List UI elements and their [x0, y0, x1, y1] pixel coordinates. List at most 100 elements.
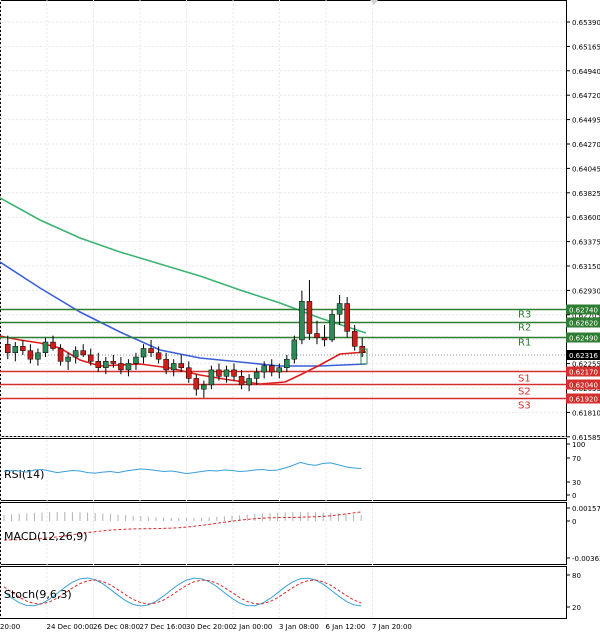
stoch-panel[interactable] [0, 566, 567, 619]
candle-body [306, 301, 313, 334]
candle-body [201, 384, 207, 390]
time-tick-label: 6 Jan 12:00 [326, 623, 366, 631]
stoch-axis: 80 20 [566, 572, 581, 612]
rsi-axis: 100 70 30 0 [566, 441, 585, 500]
candle-body [223, 369, 230, 377]
candle-body [50, 341, 56, 349]
candle-body [87, 354, 94, 362]
indicator-tick-label: 0.00157 [572, 505, 600, 513]
candle-body [268, 365, 275, 373]
candle-body [95, 361, 102, 369]
candle-body [118, 363, 124, 371]
candle-body [351, 331, 358, 347]
level-name-r2: R2 [518, 323, 531, 334]
candle-body [329, 313, 335, 341]
candle-body [193, 378, 200, 390]
time-axis: 20:00 24 Dec 00:00 26 Dec 08:00 27 Dec 16:0… [0, 623, 412, 631]
indicator-tick-label: 0 [572, 518, 576, 526]
candle-body [125, 363, 132, 371]
candle-body [103, 361, 109, 369]
candle-body [299, 301, 305, 341]
candle-body [20, 346, 26, 351]
macd-label: MACD(12,26,9) [4, 530, 88, 543]
price-tick-label: 0.64940 [572, 68, 600, 76]
indicator-tick-label: 0 [572, 492, 576, 500]
time-tick-label: 24 Dec 00:00 [47, 623, 94, 631]
level-price-value: 0.62040 [569, 382, 598, 390]
current-price-value: 0.62316 [569, 352, 598, 360]
price-tick-label: 0.63375 [572, 239, 600, 247]
candle-body [133, 356, 139, 364]
candle-body [163, 358, 169, 371]
time-tick-label: 26 Dec 08:00 [93, 623, 140, 631]
macd-axis: 0.00157 0 -0.00363 [566, 505, 600, 563]
level-price-value: 0.62170 [569, 369, 598, 377]
level-name-r3: R3 [518, 310, 531, 321]
time-tick-label: 7 Jan 20:00 [372, 623, 412, 631]
candle-body [261, 365, 267, 373]
level-name-s1: S1 [518, 374, 531, 385]
indicator-tick-label: 30 [572, 479, 581, 487]
candle-body [216, 369, 222, 377]
level-price-value: 0.62620 [569, 320, 598, 328]
candle-body [110, 361, 117, 364]
candle-body [314, 333, 320, 339]
level-name-s2: S2 [518, 387, 531, 398]
candle-body [80, 350, 86, 356]
price-tick-label: 0.64720 [572, 92, 600, 100]
price-tick-label: 0.63825 [572, 190, 600, 198]
candle-body [65, 356, 71, 362]
candle-body [291, 339, 298, 360]
level-name-s3: S3 [518, 401, 531, 412]
price-tick-label: 0.64045 [572, 165, 600, 173]
candle-body [359, 346, 365, 354]
candle-body [276, 367, 283, 373]
indicator-tick-label: 70 [572, 455, 581, 463]
price-tick-label: 0.64270 [572, 141, 600, 149]
time-tick-label: 20:00 [0, 623, 20, 631]
candle-body [148, 348, 154, 354]
indicator-tick-label: 100 [572, 441, 585, 449]
level-price-value: 0.61920 [569, 396, 598, 404]
candle-body [208, 369, 215, 386]
time-tick-label: 2 Jan 00:00 [233, 623, 273, 631]
price-tick-label: 0.61810 [572, 409, 600, 417]
candle-body [336, 303, 343, 315]
candle-body [170, 363, 177, 371]
indicator-tick-label: -0.00363 [572, 555, 600, 563]
candle-body [140, 348, 147, 358]
price-tick-label: 0.63150 [572, 263, 600, 271]
candle-body [186, 367, 192, 379]
candle-body [321, 337, 328, 341]
time-tick-label: 3 Jan 08:00 [279, 623, 319, 631]
candle-body [35, 352, 41, 360]
indicator-tick-label: 20 [572, 604, 581, 612]
candle-body [246, 378, 252, 386]
candle-body [284, 358, 290, 369]
candle-body [238, 376, 245, 386]
candle-body [155, 352, 162, 360]
candle-body [42, 341, 49, 354]
price-tick-label: 0.65165 [572, 43, 600, 51]
candle-body [72, 350, 79, 358]
price-tick-label: 0.63600 [572, 214, 600, 222]
level-price-value: 0.62490 [569, 335, 598, 343]
candle-body [12, 346, 19, 354]
candle-body [231, 369, 237, 377]
stoch-label: Stoch(9,6,3) [4, 588, 72, 601]
forex-chart-window: 0.65390 0.65165 0.64940 0.64720 0.64495 0.642… [0, 0, 600, 633]
chart-canvas[interactable]: 0.65390 0.65165 0.64940 0.64720 0.64495 0.642… [0, 0, 600, 633]
level-price-value: 0.62740 [569, 307, 598, 315]
rsi-panel[interactable] [0, 438, 567, 501]
price-tick-label: 0.65390 [572, 19, 600, 27]
candle-body [178, 363, 184, 369]
time-tick-label: 27 Dec 16:00 [140, 623, 187, 631]
candle-body [253, 371, 260, 379]
price-axis: 0.65390 0.65165 0.64940 0.64720 0.64495 0.642… [566, 19, 600, 442]
price-tick-label: 0.62930 [572, 287, 600, 295]
time-tick-label: 30 Dec 20:00 [186, 623, 233, 631]
level-name-r1: R1 [518, 338, 531, 349]
candle-body [5, 343, 11, 354]
indicator-tick-label: 80 [572, 572, 581, 580]
candle-body [344, 303, 350, 332]
